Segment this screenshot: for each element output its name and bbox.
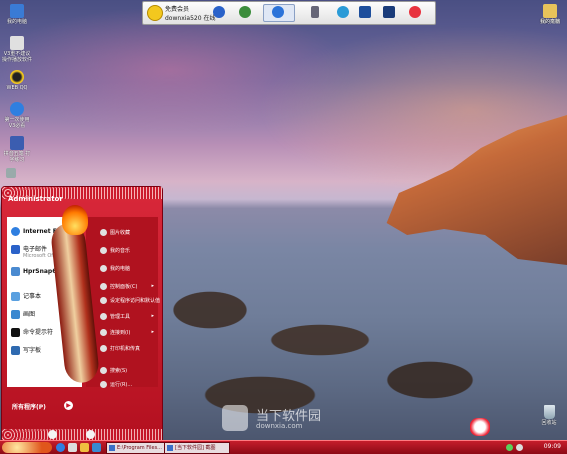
chevron-right-icon: ▸ — [151, 313, 154, 319]
connect-icon — [100, 329, 107, 336]
desktop-icon-small[interactable] — [4, 168, 18, 179]
desktop-icon-label: V3重不建议 操作播放软件 — [2, 51, 33, 63]
volume-icon[interactable] — [516, 444, 523, 451]
app-icon — [167, 445, 173, 451]
desktop-icon-label: 我的电脑 — [6, 19, 27, 25]
member-label: 免费会员 — [165, 6, 190, 13]
v3-icon — [10, 36, 24, 50]
control-panel-icon — [100, 283, 107, 290]
menu-item-printers[interactable]: 打印机和传真 — [100, 345, 140, 352]
desktop-icon-label: 回收站 — [541, 420, 557, 426]
desktop-icon-label: WEB QQ — [6, 85, 28, 91]
start-button[interactable] — [2, 442, 52, 453]
clock[interactable]: 09:09 — [544, 443, 561, 450]
chevron-right-icon: ▸ — [151, 283, 154, 289]
music-icon — [100, 247, 107, 254]
menu-item-admin-tools[interactable]: 管理工具 — [100, 313, 130, 320]
help-icon[interactable] — [213, 6, 225, 18]
ie-icon[interactable] — [56, 443, 65, 452]
pictures-icon — [100, 229, 107, 236]
search-icon — [100, 367, 107, 374]
shore-rocks — [170, 270, 560, 420]
menu-item-connect-to[interactable]: 连接到(I) — [100, 329, 130, 336]
menu-item-wordpad[interactable]: 写字板 — [11, 345, 41, 355]
wordpad-icon — [11, 346, 20, 355]
menu-item-cmd[interactable]: 命令提示符 — [11, 327, 53, 337]
desktop-icon-recycle-bin[interactable]: 回收站 — [534, 405, 564, 426]
desktop-icon-my-computer[interactable]: 我的电脑 — [2, 4, 32, 25]
defaults-icon — [100, 297, 107, 304]
all-programs-arrow-icon[interactable]: ▶ — [64, 401, 73, 410]
menu-item-paint[interactable]: 画图 — [11, 309, 35, 319]
computer-icon — [10, 4, 24, 18]
desktop-icon-label: 第一次使用 V3必看 — [4, 117, 30, 129]
folder-icon[interactable] — [80, 443, 89, 452]
qq-penguin-icon — [10, 70, 24, 84]
top-toolbar: 免费会员 downxia520 在线 — [142, 1, 436, 25]
hypersnap-icon — [11, 267, 20, 276]
run-icon — [100, 381, 107, 388]
shutdown-icon[interactable] — [86, 430, 95, 439]
email-icon — [11, 245, 20, 254]
globe-icon[interactable] — [239, 6, 251, 18]
vip-badge-icon[interactable] — [147, 5, 163, 21]
menu-item-notepad[interactable]: 记事本 — [11, 291, 41, 301]
taskbar: E:\Program Files... [当下软件园] 截图 09:09 — [0, 440, 567, 454]
taskbar-task-explorer[interactable]: E:\Program Files... — [106, 442, 172, 454]
power-icon[interactable] — [409, 6, 421, 18]
menu-item-my-computer[interactable]: 我的电脑 — [100, 265, 130, 272]
chevron-right-icon: ▸ — [151, 329, 154, 335]
recycle-bin-icon — [543, 405, 555, 419]
user-name: Administrator — [8, 195, 63, 203]
menu-item-music[interactable]: 我的音乐 — [100, 247, 130, 254]
refresh-icon — [272, 6, 284, 18]
documents-icon — [543, 4, 557, 18]
sea-cliff — [386, 115, 567, 265]
media-player-icon[interactable] — [92, 443, 101, 452]
desktop-icon-label: 我的文档 — [539, 19, 560, 25]
ie-icon — [10, 102, 24, 116]
refresh-button[interactable] — [263, 4, 295, 22]
menu-item-hypersnap[interactable]: HprSnap6 — [11, 267, 56, 276]
menu-item-search[interactable]: 搜索(S) — [100, 367, 127, 374]
paint-icon — [11, 310, 20, 319]
menu-item-program-defaults[interactable]: 设定程序访问和默认值 — [100, 297, 160, 304]
menu-item-pictures[interactable]: 图片收藏 — [100, 229, 130, 236]
admin-tools-icon — [100, 313, 107, 320]
ie-icon — [11, 227, 20, 236]
download-logo-icon — [222, 405, 248, 431]
usb-icon[interactable] — [311, 6, 319, 18]
network-tray-icon[interactable] — [506, 444, 513, 451]
all-programs-label[interactable]: 所有程序(P) — [12, 402, 46, 411]
network-icon[interactable] — [359, 6, 371, 18]
desktop-icon-docs-right[interactable]: 我的文档 — [535, 4, 565, 25]
start-menu: Administrator Internet Explorer 电子邮件 Mic… — [1, 186, 163, 442]
computer-icon — [100, 265, 107, 272]
mascot-icon[interactable] — [470, 418, 490, 436]
desktop-icon-webqq[interactable]: WEB QQ — [2, 70, 32, 91]
printer-icon — [100, 345, 107, 352]
app-icon — [6, 168, 16, 178]
show-desktop-icon[interactable] — [68, 443, 77, 452]
desktop-icon-typing[interactable]: 拼音五笔 打字练习 — [2, 136, 32, 163]
desktop-icon-label: 拼音五笔 打字练习 — [3, 151, 31, 163]
desktop-icon-v3[interactable]: V3重不建议 操作播放软件 — [2, 36, 32, 63]
monitor-icon[interactable] — [383, 6, 395, 18]
logoff-icon[interactable] — [48, 430, 57, 439]
taskbar-task-screenshot[interactable]: [当下软件园] 截图 — [164, 442, 230, 454]
desktop-icon-first-use[interactable]: 第一次使用 V3必看 — [2, 102, 32, 129]
folder-icon — [109, 445, 115, 451]
earth-icon[interactable] — [337, 6, 349, 18]
typing-icon — [10, 136, 24, 150]
watermark-url: downxia.com — [256, 422, 303, 430]
user-status: downxia520 在线 — [165, 15, 216, 22]
flame-artwork — [62, 205, 88, 235]
menu-item-run[interactable]: 运行(R)... — [100, 381, 132, 388]
notepad-icon — [11, 292, 20, 301]
cmd-icon — [11, 328, 20, 337]
menu-item-control-panel[interactable]: 控制面板(C) — [100, 283, 137, 290]
